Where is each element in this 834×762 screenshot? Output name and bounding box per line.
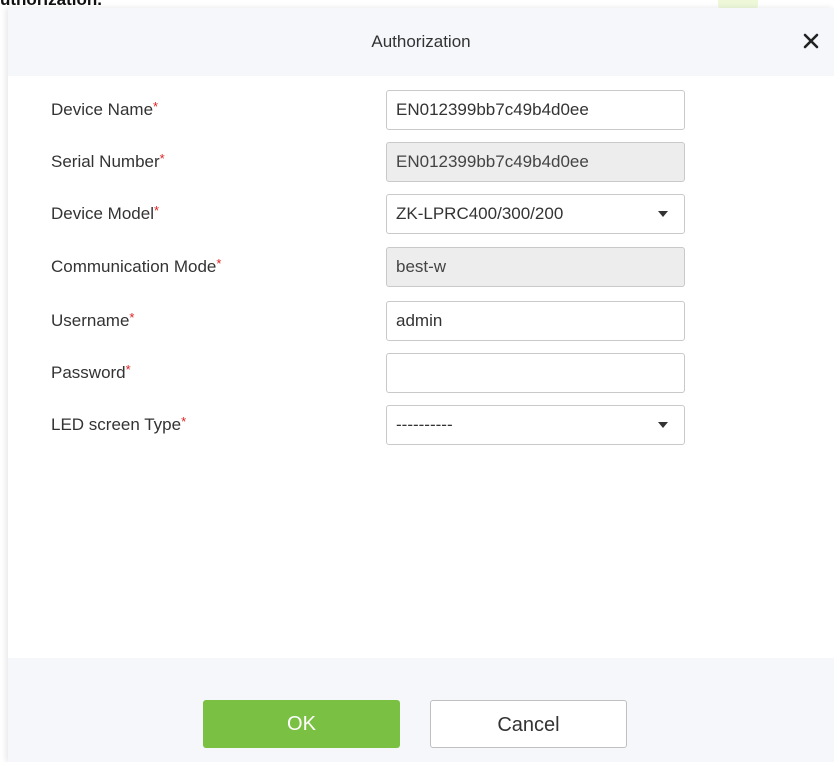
username-input[interactable] — [386, 301, 685, 341]
communication-mode-label: Communication Mode* — [51, 256, 222, 276]
close-icon[interactable] — [800, 30, 822, 52]
chevron-down-icon — [658, 211, 668, 217]
dialog-title: Authorization — [371, 32, 471, 51]
form-row-device-model: Device Model* ZK-LPRC400/300/200 — [8, 194, 834, 234]
form-row-username: Username* — [8, 301, 834, 341]
led-screen-type-select[interactable]: ---------- — [386, 405, 685, 445]
form-row-led-screen-type: LED screen Type* ---------- — [8, 405, 834, 445]
form-row-serial-number: Serial Number* — [8, 142, 834, 182]
chevron-down-icon — [658, 422, 668, 428]
form-row-password: Password* — [8, 353, 834, 393]
device-name-input[interactable] — [386, 90, 685, 130]
password-input[interactable] — [386, 353, 685, 393]
authorization-dialog: Authorization Device Name* Serial Number… — [8, 8, 834, 762]
device-model-value: ZK-LPRC400/300/200 — [396, 204, 564, 223]
form-row-communication-mode: Communication Mode* — [8, 247, 834, 287]
led-screen-type-label: LED screen Type* — [51, 414, 187, 434]
cancel-button[interactable]: Cancel — [430, 700, 627, 748]
device-name-label: Device Name* — [51, 99, 159, 119]
ok-button[interactable]: OK — [203, 700, 400, 748]
username-label: Username* — [51, 310, 135, 330]
password-label: Password* — [51, 362, 131, 382]
led-screen-type-value: ---------- — [396, 415, 453, 434]
serial-number-input — [386, 142, 685, 182]
device-model-select[interactable]: ZK-LPRC400/300/200 — [386, 194, 685, 234]
communication-mode-input — [386, 247, 685, 287]
form-row-device-name: Device Name* — [8, 90, 834, 130]
dialog-header: Authorization — [8, 8, 834, 76]
device-model-label: Device Model* — [51, 203, 160, 223]
dialog-footer: OK Cancel — [8, 658, 834, 762]
serial-number-label: Serial Number* — [51, 151, 165, 171]
